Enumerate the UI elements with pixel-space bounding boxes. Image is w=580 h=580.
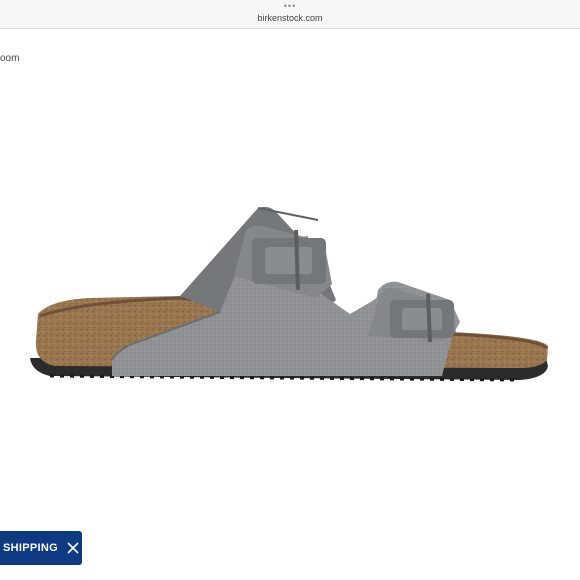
- browser-address-bar: ••• birkenstock.com: [0, 0, 580, 29]
- close-icon[interactable]: [67, 542, 79, 554]
- browser-menu-dots[interactable]: •••: [0, 2, 580, 11]
- sandal-image: [30, 206, 548, 382]
- product-image: [20, 190, 560, 420]
- shipping-banner[interactable]: SHIPPING: [0, 531, 82, 565]
- front-buckle: [390, 293, 454, 343]
- zoom-label[interactable]: oom: [0, 53, 19, 64]
- rear-buckle: [252, 229, 326, 291]
- browser-url[interactable]: birkenstock.com: [0, 13, 580, 23]
- shipping-label[interactable]: SHIPPING: [3, 542, 58, 554]
